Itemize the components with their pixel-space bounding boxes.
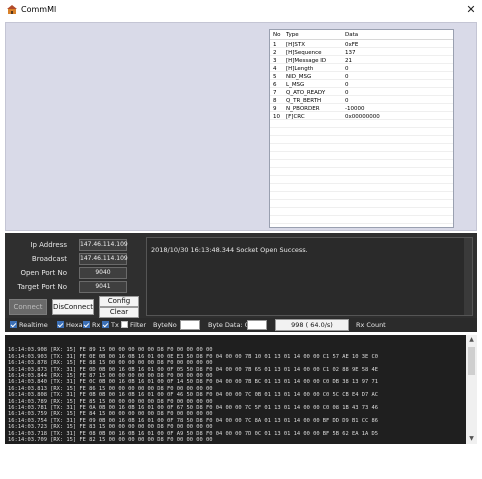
target-port-field[interactable]: 9041 bbox=[79, 281, 127, 293]
cell-no: 10 bbox=[273, 114, 280, 120]
ip-address-label: Ip Address bbox=[30, 241, 67, 249]
packet-log-scrollbar[interactable]: ▲ ▼ bbox=[466, 335, 477, 444]
cell-data: 0 bbox=[345, 66, 349, 72]
checkbox-icon bbox=[57, 321, 64, 328]
cell-type: N_PBORDER bbox=[286, 106, 320, 112]
cell-no: 1 bbox=[273, 42, 277, 48]
tx-checkbox[interactable]: Tx bbox=[102, 320, 119, 330]
app-icon bbox=[7, 5, 17, 14]
close-icon[interactable]: ✕ bbox=[460, 0, 482, 20]
checkbox-icon bbox=[102, 321, 109, 328]
title-bar: CommMl ✕ bbox=[0, 0, 482, 20]
packet-log-lines: 16:14:03.908 [RX: 15] FE 89 15 00 00 00 … bbox=[8, 341, 460, 444]
filter-label: Filter bbox=[130, 321, 147, 329]
column-header-no: No bbox=[273, 32, 281, 38]
cell-type: NID_MSG bbox=[286, 74, 312, 80]
byteno-label: ByteNo bbox=[153, 321, 177, 329]
scroll-down-icon[interactable]: ▼ bbox=[466, 434, 477, 444]
config-button[interactable]: Config bbox=[99, 296, 139, 307]
clear-button[interactable]: Clear bbox=[99, 307, 139, 318]
cell-type: [H]Message ID bbox=[286, 58, 327, 64]
packet-log[interactable]: 16:14:03.908 [RX: 15] FE 89 15 00 00 00 … bbox=[5, 335, 477, 444]
rx-checkbox[interactable]: Rx bbox=[83, 320, 100, 330]
cell-no: 4 bbox=[273, 66, 277, 72]
byteno-input[interactable] bbox=[180, 320, 200, 330]
cell-data: -10000 bbox=[345, 106, 365, 112]
cell-data: 0 bbox=[345, 90, 349, 96]
table-row[interactable]: 4 [H]Length 0 bbox=[270, 65, 453, 73]
table-row[interactable]: 10 [F]CRC 0x00000000 bbox=[270, 113, 453, 121]
bytedata-input[interactable] bbox=[247, 320, 267, 330]
cell-type: [F]CRC bbox=[286, 114, 305, 120]
cell-no: 6 bbox=[273, 82, 277, 88]
open-port-label: Open Port No bbox=[20, 269, 67, 277]
filter-checkbox[interactable]: Filter bbox=[121, 320, 146, 330]
disconnect-button[interactable]: DisConnect bbox=[52, 299, 94, 315]
cell-type: Q_TR_BERTH bbox=[286, 98, 322, 104]
ip-address-field[interactable]: 147.46.114.109 bbox=[79, 239, 128, 251]
target-port-label: Target Port No bbox=[17, 283, 67, 291]
realtime-label: Realtime bbox=[19, 321, 48, 329]
cell-type: L_MSG bbox=[286, 82, 305, 88]
checkbox-icon bbox=[83, 321, 90, 328]
broadcast-label: Broadcast bbox=[31, 255, 67, 263]
message-field-table[interactable]: No Type Data 1 [H]STX 0xFE 2 [H]Sequence 137… bbox=[269, 29, 454, 228]
tx-label: Tx bbox=[111, 321, 119, 329]
table-row[interactable]: 1 [H]STX 0xFE bbox=[270, 41, 453, 49]
table-row[interactable]: 3 [H]Message ID 21 bbox=[270, 57, 453, 65]
rx-count-value: 998 ( 64.0/s) bbox=[275, 319, 349, 331]
scrollbar-thumb[interactable] bbox=[468, 347, 475, 375]
broadcast-field[interactable]: 147.46.114.109 bbox=[79, 253, 128, 265]
window-title: CommMl bbox=[21, 5, 57, 14]
options-bar: Realtime Hexa Rx Tx Filter ByteNo Byte D… bbox=[5, 318, 477, 332]
cell-no: 8 bbox=[273, 98, 277, 104]
bytedata-label: Byte Data: 0x bbox=[208, 321, 253, 329]
scroll-up-icon[interactable]: ▲ bbox=[466, 335, 477, 345]
cell-no: 9 bbox=[273, 106, 277, 112]
rx-label: Rx bbox=[92, 321, 101, 329]
hexa-label: Hexa bbox=[66, 321, 83, 329]
cell-type: Q_ATO_READY bbox=[286, 90, 326, 96]
cell-no: 5 bbox=[273, 74, 277, 80]
table-row[interactable]: 7 Q_ATO_READY 0 bbox=[270, 89, 453, 97]
column-header-data: Data bbox=[345, 32, 359, 38]
cell-data: 0xFE bbox=[345, 42, 359, 48]
open-port-field[interactable]: 9040 bbox=[79, 267, 127, 279]
checkbox-icon bbox=[10, 321, 17, 328]
column-header-type: Type bbox=[286, 32, 299, 38]
status-log-line: 2018/10/30 16:13:48.344 Socket Open Succ… bbox=[151, 246, 308, 254]
status-log[interactable]: 2018/10/30 16:13:48.344 Socket Open Succ… bbox=[146, 237, 473, 316]
connect-button[interactable]: Connect bbox=[9, 299, 47, 315]
cell-data: 21 bbox=[345, 58, 352, 64]
table-header: No Type Data bbox=[270, 30, 453, 40]
cell-no: 7 bbox=[273, 90, 277, 96]
cell-data: 0 bbox=[345, 98, 349, 104]
cell-no: 3 bbox=[273, 58, 277, 64]
rx-count-label: Rx Count bbox=[356, 321, 386, 329]
cell-type: [H]Length bbox=[286, 66, 314, 72]
table-row[interactable]: 8 Q_TR_BERTH 0 bbox=[270, 97, 453, 105]
status-log-scrollbar[interactable] bbox=[464, 238, 472, 315]
connection-panel: Ip Address 147.46.114.109 Broadcast 147.… bbox=[5, 233, 477, 318]
table-row[interactable]: 2 [H]Sequence 137 bbox=[270, 49, 453, 57]
cell-data: 0 bbox=[345, 74, 349, 80]
cell-no: 2 bbox=[273, 50, 277, 56]
cell-data: 0 bbox=[345, 82, 349, 88]
cell-data: 0x00000000 bbox=[345, 114, 380, 120]
hexa-checkbox[interactable]: Hexa bbox=[57, 320, 83, 330]
log-line: 16:14:03.709 [RX: 15] FE 82 15 00 00 00 … bbox=[8, 437, 213, 444]
table-row[interactable]: 9 N_PBORDER -10000 bbox=[270, 105, 453, 113]
checkbox-icon bbox=[121, 321, 128, 328]
cell-type: [H]Sequence bbox=[286, 50, 322, 56]
cell-data: 137 bbox=[345, 50, 356, 56]
cell-type: [H]STX bbox=[286, 42, 306, 48]
table-row[interactable]: 6 L_MSG 0 bbox=[270, 81, 453, 89]
table-row[interactable]: 5 NID_MSG 0 bbox=[270, 73, 453, 81]
realtime-checkbox[interactable]: Realtime bbox=[10, 320, 48, 330]
